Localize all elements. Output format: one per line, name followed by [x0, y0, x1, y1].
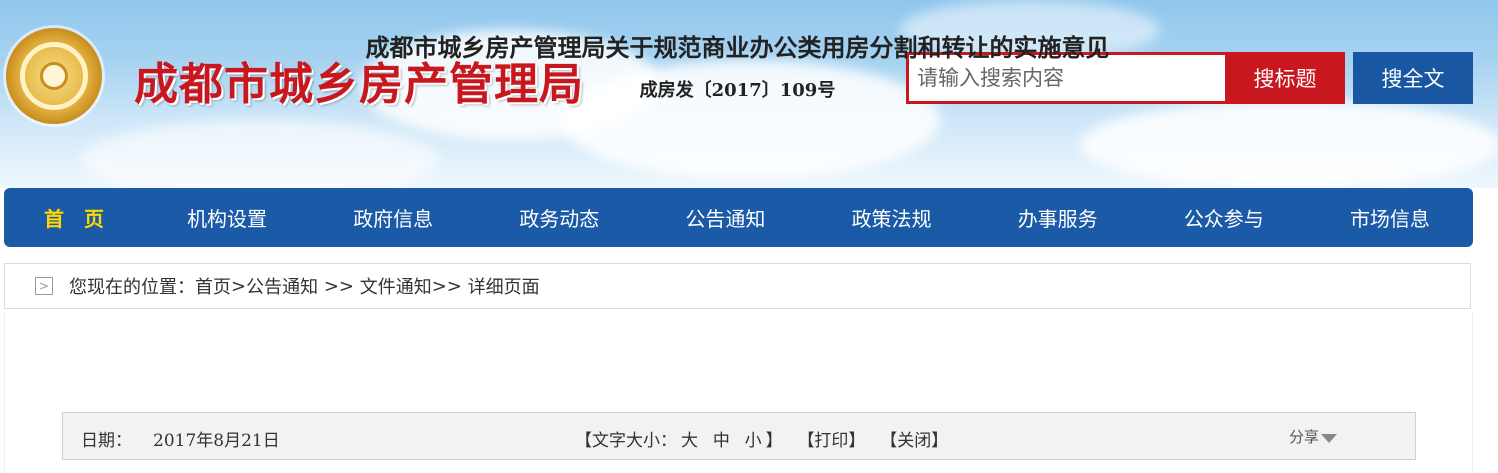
- cloud-decoration: [80, 120, 440, 188]
- chevron-right-icon: >: [35, 277, 53, 295]
- font-size-small-button[interactable]: 小: [745, 431, 762, 451]
- breadcrumb: > 您现在的位置： 首页 > 公告通知 >> 文件通知 >> 详细页面: [4, 263, 1471, 309]
- article-title: 成都市城乡房产管理局关于规范商业办公类用房分割和转让的实施意见: [365, 33, 1110, 62]
- article-meta-bar: 日期： 2017年8月21日 【文字大小：大 中 小】 【打印】 【关闭】 分享: [62, 412, 1416, 460]
- font-size-close-bracket: 】: [765, 431, 783, 451]
- nav-item-services[interactable]: 办事服务: [975, 203, 1141, 232]
- nav-item-gov-info[interactable]: 政府信息: [310, 203, 476, 232]
- document-number: 成房发〔2017〕109号: [639, 80, 836, 101]
- date-label: 日期：: [81, 431, 132, 451]
- nav-item-gov-news[interactable]: 政务动态: [476, 203, 642, 232]
- article-tools: 【文字大小：大 中 小】 【打印】 【关闭】: [573, 426, 950, 451]
- breadcrumb-separator: >>: [431, 275, 468, 297]
- nav-item-announcements[interactable]: 公告通知: [642, 203, 808, 232]
- article-date: 2017年8月21日: [153, 431, 280, 451]
- cloud-decoration: [1080, 100, 1498, 188]
- breadcrumb-announcements-link[interactable]: 公告通知: [246, 273, 318, 299]
- font-size-large-button[interactable]: 大: [681, 431, 698, 451]
- breadcrumb-separator: >: [231, 275, 247, 297]
- breadcrumb-documents-link[interactable]: 文件通知: [360, 273, 432, 299]
- share-button[interactable]: 分享: [1289, 426, 1338, 447]
- nav-item-public-participation[interactable]: 公众参与: [1141, 203, 1307, 232]
- nav-item-market-info[interactable]: 市场信息: [1307, 203, 1473, 232]
- nav-item-policies[interactable]: 政策法规: [809, 203, 975, 232]
- main-nav: 首 页 机构设置 政府信息 政务动态 公告通知 政策法规 办事服务 公众参与 市…: [4, 188, 1473, 247]
- print-button[interactable]: 【打印】: [797, 431, 865, 451]
- close-button[interactable]: 【关闭】: [880, 431, 948, 451]
- breadcrumb-prefix: 您现在的位置：: [69, 277, 195, 298]
- chevron-down-icon: [1321, 433, 1338, 443]
- breadcrumb-home-link[interactable]: 首页: [195, 273, 231, 299]
- share-label: 分享: [1289, 428, 1320, 446]
- nav-item-home[interactable]: 首 页: [4, 203, 144, 232]
- breadcrumb-separator: >>: [318, 275, 360, 297]
- nav-item-organization[interactable]: 机构设置: [144, 203, 310, 232]
- font-size-medium-button[interactable]: 中: [713, 431, 730, 451]
- font-size-label: 【文字大小：: [575, 431, 677, 451]
- breadcrumb-current: 详细页面: [467, 277, 540, 298]
